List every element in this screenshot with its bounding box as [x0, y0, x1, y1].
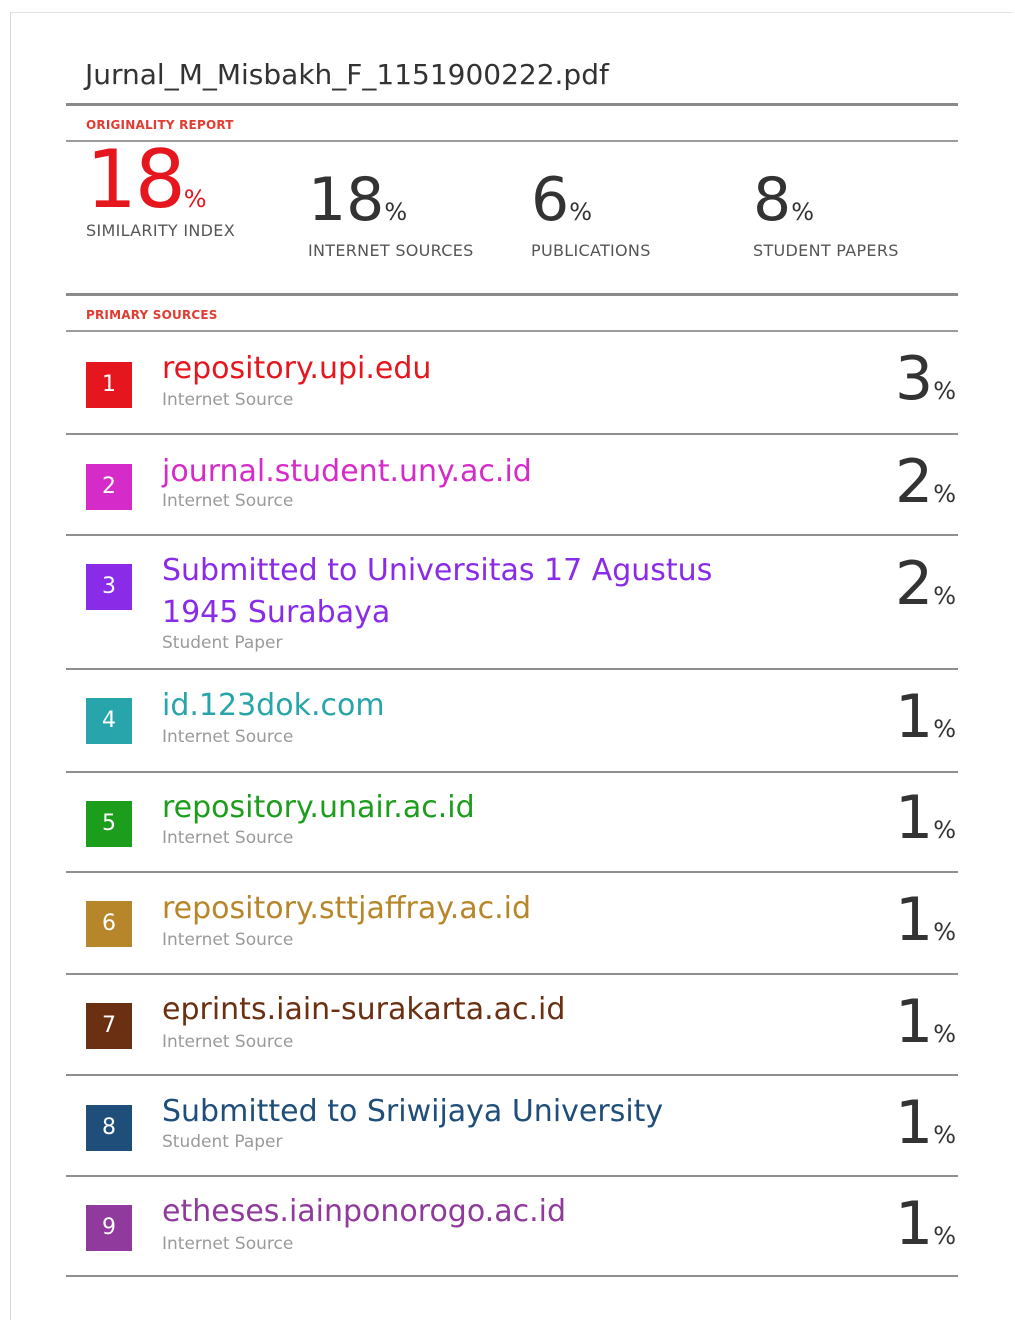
source-type: Internet Source [162, 828, 294, 848]
source-type: Student Paper [162, 633, 283, 653]
originality-report-label: ORIGINALITY REPORT [86, 118, 234, 132]
similarity-index-value: 18 [86, 133, 186, 226]
student-papers-stat: 8% STUDENT PAPERS [753, 165, 899, 260]
source-percentage: 1% [895, 885, 956, 955]
source-percentage-unit: % [933, 816, 956, 844]
source-name[interactable]: eprints.iain-surakarta.ac.id [162, 989, 792, 1031]
source-type: Internet Source [162, 930, 294, 950]
source-percentage-unit: % [933, 582, 956, 610]
source-name[interactable]: journal.student.uny.ac.id [162, 451, 792, 493]
source-percentage-value: 1 [895, 987, 934, 1057]
source-type: Internet Source [162, 1234, 294, 1254]
source-percentage: 1% [895, 1088, 956, 1158]
source-row: 1 repository.upi.edu Internet Source 3% [66, 332, 958, 435]
source-percentage: 2% [895, 549, 956, 619]
source-percentage-value: 3 [895, 344, 934, 414]
source-percentage-value: 1 [895, 1189, 934, 1259]
rank-badge: 4 [86, 698, 132, 744]
rank-badge: 9 [86, 1205, 132, 1251]
stats-top-divider [66, 140, 958, 142]
source-row: 6 repository.sttjaffray.ac.id Internet S… [66, 873, 958, 975]
rank-badge: 2 [86, 464, 132, 510]
student-papers-value: 8 [753, 165, 792, 235]
source-type: Internet Source [162, 727, 294, 747]
similarity-index-stat: 18% SIMILARITY INDEX [86, 140, 235, 241]
title-divider [66, 103, 958, 106]
source-name[interactable]: repository.unair.ac.id [162, 787, 792, 829]
internet-sources-value: 18 [308, 165, 385, 235]
publications-unit: % [569, 198, 592, 226]
source-type: Internet Source [162, 1032, 294, 1052]
source-percentage: 1% [895, 987, 956, 1057]
source-name[interactable]: Submitted to Universitas 17 Agustus 1945… [162, 550, 792, 634]
source-percentage-value: 2 [895, 447, 934, 517]
source-type: Internet Source [162, 491, 294, 511]
internet-sources-unit: % [384, 198, 408, 226]
source-percentage-unit: % [933, 480, 956, 508]
source-percentage-unit: % [933, 1121, 956, 1149]
source-row: 7 eprints.iain-surakarta.ac.id Internet … [66, 975, 958, 1076]
source-name[interactable]: Submitted to Sriwijaya University [162, 1091, 792, 1133]
source-percentage-unit: % [933, 715, 956, 743]
source-row: 5 repository.unair.ac.id Internet Source… [66, 773, 958, 873]
source-name[interactable]: repository.sttjaffray.ac.id [162, 888, 792, 930]
source-row: 8 Submitted to Sriwijaya University Stud… [66, 1076, 958, 1177]
source-percentage: 2% [895, 447, 956, 517]
source-row: 2 journal.student.uny.ac.id Internet Sou… [66, 435, 958, 536]
source-name[interactable]: id.123dok.com [162, 685, 792, 727]
source-row: 3 Submitted to Universitas 17 Agustus 19… [66, 536, 958, 670]
rank-badge: 5 [86, 801, 132, 847]
internet-sources-stat: 18% INTERNET SOURCES [308, 165, 474, 260]
source-percentage: 1% [895, 783, 956, 853]
publications-label: PUBLICATIONS [531, 241, 651, 260]
source-percentage-unit: % [933, 1222, 956, 1250]
publications-stat: 6% PUBLICATIONS [531, 165, 651, 260]
source-percentage: 1% [895, 682, 956, 752]
source-percentage-value: 1 [895, 783, 934, 853]
source-percentage-value: 1 [895, 885, 934, 955]
student-papers-unit: % [791, 198, 814, 226]
source-percentage: 3% [895, 344, 956, 414]
stats-bottom-divider [66, 293, 958, 296]
primary-sources-label: PRIMARY SOURCES [86, 308, 218, 322]
rank-badge: 3 [86, 564, 132, 610]
source-name[interactable]: etheses.iainponorogo.ac.id [162, 1191, 792, 1233]
source-percentage-unit: % [933, 918, 956, 946]
rank-badge: 1 [86, 362, 132, 408]
source-type: Student Paper [162, 1132, 283, 1152]
similarity-index-unit: % [183, 185, 207, 213]
source-percentage-unit: % [933, 377, 956, 405]
similarity-index-label: SIMILARITY INDEX [86, 221, 235, 240]
rank-badge: 8 [86, 1105, 132, 1151]
rank-badge: 6 [86, 901, 132, 947]
source-percentage-unit: % [933, 1020, 956, 1048]
source-row: 9 etheses.iainponorogo.ac.id Internet So… [66, 1177, 958, 1277]
source-percentage-value: 2 [895, 549, 934, 619]
source-row: 4 id.123dok.com Internet Source 1% [66, 670, 958, 773]
document-title: Jurnal_M_Misbakh_F_1151900222.pdf [85, 58, 609, 91]
source-type: Internet Source [162, 390, 294, 410]
source-percentage: 1% [895, 1189, 956, 1259]
source-name[interactable]: repository.upi.edu [162, 348, 792, 390]
source-percentage-value: 1 [895, 682, 934, 752]
rank-badge: 7 [86, 1003, 132, 1049]
publications-value: 6 [531, 165, 570, 235]
student-papers-label: STUDENT PAPERS [753, 241, 899, 260]
internet-sources-label: INTERNET SOURCES [308, 241, 474, 260]
source-percentage-value: 1 [895, 1088, 934, 1158]
